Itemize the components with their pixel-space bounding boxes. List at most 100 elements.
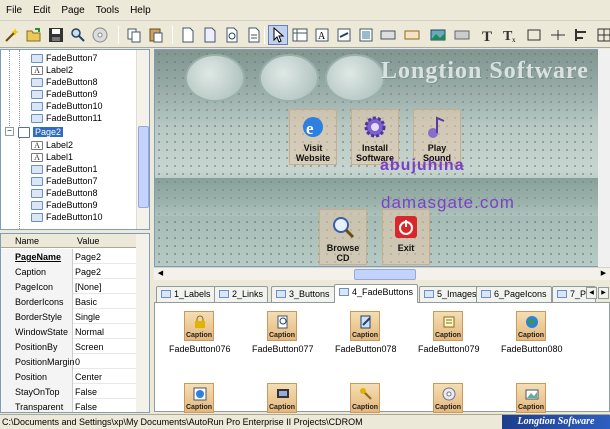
paste-icon[interactable] (146, 25, 166, 45)
tab-fadebuttons[interactable]: 4_FadeButtons (334, 284, 419, 303)
copy-icon[interactable] (124, 25, 144, 45)
align-tool-icon[interactable] (572, 25, 592, 45)
prop-row[interactable]: Transparent False (1, 399, 138, 412)
prop-row-pagename[interactable]: PageName Page2 (1, 249, 138, 264)
prop-row[interactable]: WindowState Normal (1, 324, 138, 339)
tree-item[interactable]: FadeButton10 (31, 100, 103, 112)
design-canvas[interactable]: Longtion Software e Visit Website Instal… (154, 49, 610, 267)
menu-edit[interactable]: Edit (27, 0, 55, 16)
prop-value[interactable]: Page2 (75, 267, 101, 277)
grid-tool-icon[interactable] (594, 25, 610, 45)
wizard-icon[interactable] (2, 25, 22, 45)
tree-item[interactable]: FadeButton7 (31, 52, 98, 64)
tree-scroll-thumb[interactable] (138, 126, 149, 208)
tab-links[interactable]: 2_Links (214, 286, 269, 302)
tree-collapse-toggle[interactable]: − (5, 127, 14, 136)
menu-page[interactable]: Page (55, 0, 89, 16)
fade-button-tool-icon[interactable] (402, 25, 422, 45)
shape-tool-icon[interactable] (452, 25, 472, 45)
text-tool-icon[interactable]: T (478, 25, 498, 45)
tree-item[interactable]: FadeButton7 (31, 175, 98, 187)
preview-icon[interactable] (68, 25, 88, 45)
prop-value[interactable]: False (75, 402, 97, 412)
tree-item[interactable]: A Label2 (31, 139, 73, 151)
fadebutton-browse-cd[interactable]: Browse CD (319, 209, 367, 265)
tree-scrollbar[interactable] (136, 50, 149, 229)
picture-tool-icon[interactable] (428, 25, 448, 45)
save-icon[interactable] (46, 25, 66, 45)
cd-burn-icon[interactable] (90, 25, 110, 45)
palette-item[interactable]: Caption (418, 383, 478, 413)
palette-item-fadebutton076[interactable]: Caption FadeButton076 (169, 311, 231, 354)
scroll-left-icon[interactable]: ◀ (154, 268, 167, 280)
canvas-brand-label[interactable]: Longtion Software (381, 58, 589, 85)
palette-item-fadebutton078[interactable]: Caption FadeButton078 (335, 311, 397, 354)
prop-value[interactable]: Center (75, 372, 102, 382)
panel-icon[interactable] (290, 25, 310, 45)
tree-item[interactable]: A Label2 (31, 64, 73, 76)
tab-scroll-left-icon[interactable]: ◀ (586, 287, 597, 299)
tree-item[interactable]: FadeButton9 (31, 199, 98, 211)
tab-scroll-right-icon[interactable]: ▶ (598, 287, 609, 299)
fadebutton-exit[interactable]: Exit (382, 209, 430, 265)
canvas-image[interactable] (325, 54, 385, 102)
tree-item[interactable]: A Label1 (31, 151, 73, 163)
prop-value[interactable]: Page2 (75, 252, 101, 262)
palette-item[interactable]: Caption (501, 383, 561, 413)
prop-value[interactable]: Single (75, 312, 100, 322)
button-tool-icon[interactable] (378, 25, 398, 45)
tree-item[interactable]: FadeButton8 (31, 187, 98, 199)
properties-scrollbar[interactable] (136, 234, 149, 412)
tree-item[interactable]: FadeButton11 (31, 112, 102, 124)
prop-row[interactable]: Position Center (1, 369, 138, 384)
prop-value[interactable]: False (75, 387, 97, 397)
image-tool-icon[interactable] (356, 25, 376, 45)
prop-row[interactable]: StayOnTop False (1, 384, 138, 399)
tree-item[interactable]: FadeButton9 (31, 88, 98, 100)
menu-help[interactable]: Help (124, 0, 156, 16)
prop-value[interactable]: Screen (75, 342, 104, 352)
prop-value[interactable]: 0 (75, 357, 80, 367)
prop-row[interactable]: BorderIcons Basic (1, 294, 138, 309)
link-tool-icon[interactable] (334, 25, 354, 45)
new-page-icon[interactable] (178, 25, 198, 45)
canvas-horizontal-scrollbar[interactable]: ◀ ▶ (154, 267, 610, 280)
palette-item-fadebutton077[interactable]: Caption FadeButton077 (252, 311, 314, 354)
text-effect-tool-icon[interactable]: Tx (500, 25, 520, 45)
palette-item[interactable]: Caption (335, 383, 395, 413)
prop-row[interactable]: Caption Page2 (1, 264, 138, 279)
canvas-image[interactable] (185, 54, 245, 102)
palette-item-fadebutton079[interactable]: Caption FadeButton079 (418, 311, 480, 354)
fadebutton-visit-website[interactable]: e Visit Website (289, 109, 337, 165)
menu-file[interactable]: File (0, 0, 27, 16)
tab-images[interactable]: 5_Images (419, 286, 482, 302)
canvas-image[interactable] (259, 54, 319, 102)
palette-item[interactable]: Caption (252, 383, 312, 413)
label-tool-icon[interactable]: A (312, 25, 332, 45)
canvas-scroll-thumb[interactable] (354, 269, 416, 280)
prop-value[interactable]: Normal (75, 327, 104, 337)
tree-item[interactable]: FadeButton8 (31, 76, 98, 88)
page-properties-icon[interactable] (222, 25, 242, 45)
line-tool-icon[interactable] (548, 25, 568, 45)
tab-labels[interactable]: 1_Labels (156, 286, 216, 302)
pointer-icon[interactable] (268, 25, 288, 45)
palette-item[interactable]: Caption (169, 383, 229, 413)
palette-item-fadebutton080[interactable]: Caption FadeButton080 (501, 311, 563, 354)
tree-item[interactable]: FadeButton1 (31, 163, 98, 175)
tab-buttons[interactable]: 3_Buttons (271, 286, 335, 302)
page-preview-icon[interactable] (244, 25, 264, 45)
prop-row[interactable]: BorderStyle Single (1, 309, 138, 324)
prop-row[interactable]: PositionBy Screen (1, 339, 138, 354)
tree-item-page2[interactable]: Page2 (18, 126, 64, 138)
rectangle-tool-icon[interactable] (524, 25, 544, 45)
prop-value[interactable]: [None] (75, 282, 102, 292)
canvas-vertical-scrollbar[interactable] (598, 49, 610, 267)
tree-item[interactable]: FadeButton10 (31, 211, 103, 223)
prop-row[interactable]: PositionMargin 0 (1, 354, 138, 369)
menu-tools[interactable]: Tools (90, 0, 124, 16)
page-icon[interactable] (200, 25, 220, 45)
tab-pageicons[interactable]: 6_PageIcons (476, 286, 552, 302)
prop-row[interactable]: PageIcon [None] (1, 279, 138, 294)
scroll-right-icon[interactable]: ▶ (597, 268, 610, 280)
